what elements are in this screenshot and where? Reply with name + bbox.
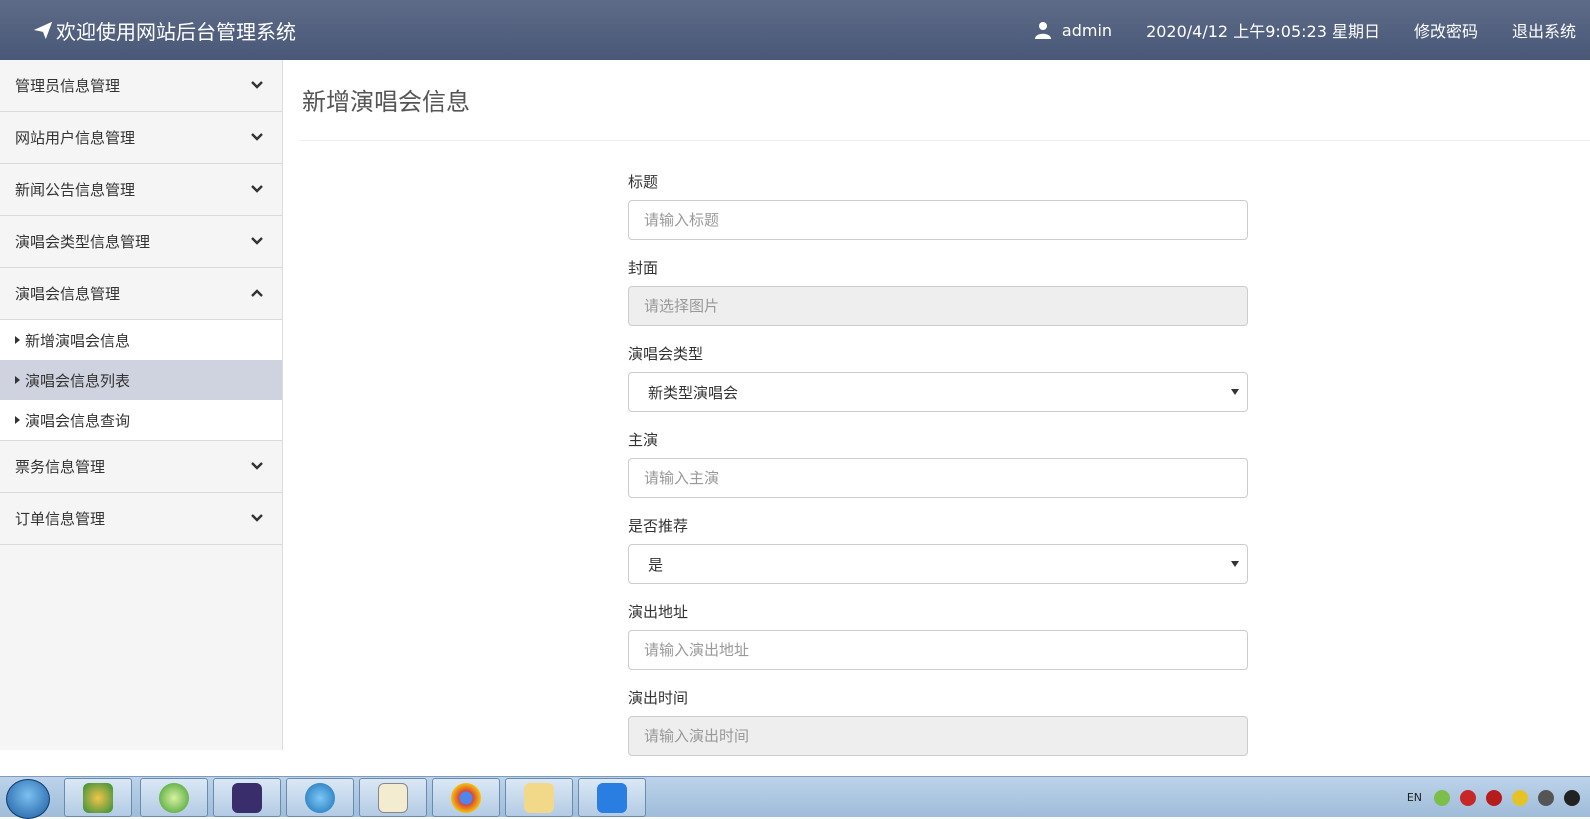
chevron-up-icon xyxy=(251,289,263,297)
tray-app-icon[interactable] xyxy=(1486,789,1502,806)
chevron-down-icon xyxy=(251,462,263,470)
venue-input[interactable] xyxy=(628,630,1248,670)
field-label: 标题 xyxy=(628,173,659,191)
form-field-cover: 封面 xyxy=(628,260,1248,326)
sidebar-menu-label: 网站用户信息管理 xyxy=(15,129,136,147)
chevron-down-icon xyxy=(251,133,263,141)
page-title: 新增演唱会信息 xyxy=(302,88,470,116)
sidebar-menu-users[interactable]: 网站用户信息管理 xyxy=(0,112,282,164)
taskbar-app[interactable] xyxy=(505,778,573,817)
username: admin xyxy=(1061,20,1113,40)
title-input[interactable] xyxy=(628,200,1248,240)
user-icon xyxy=(1034,22,1051,39)
sidebar-item-add-concert[interactable]: 新增演唱会信息 xyxy=(0,320,282,360)
form-field-performer: 主演 xyxy=(628,432,1248,498)
paper-plane-icon xyxy=(33,21,53,40)
sidebar-menu-label: 新闻公告信息管理 xyxy=(15,181,136,199)
form-field-title: 标题 xyxy=(628,174,1248,240)
change-password-link[interactable]: 修改密码 xyxy=(1414,18,1478,42)
sidebar-item-label: 演唱会信息查询 xyxy=(25,411,131,430)
main-content: 新增演唱会信息 标题 封面 演唱会类型 新类型演唱会 主演 是否推荐 是 xyxy=(284,60,1590,756)
refresh-app-icon xyxy=(159,782,189,813)
field-label: 是否推荐 xyxy=(628,517,689,535)
file-explorer-icon xyxy=(524,782,554,813)
sidebar-menu-concert-types[interactable]: 演唱会类型信息管理 xyxy=(0,216,282,268)
sidebar-menu-label: 演唱会信息管理 xyxy=(15,285,121,303)
editor-app-icon xyxy=(597,782,627,813)
sidebar-menu-label: 订单信息管理 xyxy=(15,510,106,528)
taskbar-app[interactable] xyxy=(213,778,281,817)
datetime: 2020/4/12 上午9:05:23 星期日 xyxy=(1146,22,1380,41)
caret-right-icon xyxy=(15,376,20,384)
usb-icon[interactable] xyxy=(1434,789,1450,806)
app-title: 欢迎使用网站后台管理系统 xyxy=(56,19,296,44)
taskbar-app[interactable] xyxy=(140,778,208,817)
os-taskbar: EN xyxy=(0,776,1590,819)
taskbar-app[interactable] xyxy=(64,778,132,817)
user-accounts-icon xyxy=(83,782,113,813)
performer-input[interactable] xyxy=(628,458,1248,498)
tray-app-icon[interactable] xyxy=(1512,789,1528,806)
field-label: 演唱会类型 xyxy=(628,345,704,363)
logout-link[interactable]: 退出系统 xyxy=(1512,18,1576,42)
concert-submenu: 新增演唱会信息 演唱会信息列表 演唱会信息查询 xyxy=(0,320,282,441)
sidebar-item-concert-query[interactable]: 演唱会信息查询 xyxy=(0,400,282,440)
chevron-down-icon xyxy=(251,514,263,522)
concert-form: 标题 封面 演唱会类型 新类型演唱会 主演 是否推荐 是 演出地址 xyxy=(628,174,1248,776)
language-indicator[interactable]: EN xyxy=(1407,791,1422,804)
form-field-type: 演唱会类型 新类型演唱会 xyxy=(628,346,1248,412)
chevron-down-icon xyxy=(251,81,263,89)
volume-icon[interactable] xyxy=(1538,789,1554,806)
caret-right-icon xyxy=(15,416,20,424)
field-label: 封面 xyxy=(628,259,659,277)
taskbar-app[interactable] xyxy=(286,778,354,817)
notepad-icon xyxy=(378,782,408,813)
form-field-time: 演出时间 xyxy=(628,690,1248,756)
system-tray: EN xyxy=(1407,777,1590,818)
sidebar-menu-tickets[interactable]: 票务信息管理 xyxy=(0,441,282,493)
sidebar-item-concert-list[interactable]: 演唱会信息列表 xyxy=(0,360,282,400)
sidebar-menu-label: 演唱会类型信息管理 xyxy=(15,233,151,251)
dropdown-caret-icon xyxy=(1231,389,1239,395)
dolphin-app-icon xyxy=(305,782,335,813)
user-menu[interactable]: admin xyxy=(1034,21,1112,40)
sidebar-item-label: 演唱会信息列表 xyxy=(25,371,131,390)
sidebar-menu-concerts[interactable]: 演唱会信息管理 xyxy=(0,268,282,320)
taskbar-app[interactable] xyxy=(359,778,427,817)
chrome-icon xyxy=(451,782,481,813)
form-field-recommend: 是否推荐 是 xyxy=(628,518,1248,584)
tray-app-icon[interactable] xyxy=(1460,789,1476,806)
top-header: 欢迎使用网站后台管理系统 admin 2020/4/12 上午9:05:23 星… xyxy=(0,0,1590,60)
select-value: 新类型演唱会 xyxy=(648,383,739,402)
sidebar-menu-orders[interactable]: 订单信息管理 xyxy=(0,493,282,545)
field-label: 主演 xyxy=(628,431,659,449)
recommend-select[interactable]: 是 xyxy=(628,544,1248,584)
concert-type-select[interactable]: 新类型演唱会 xyxy=(628,372,1248,412)
sidebar-menu-admin[interactable]: 管理员信息管理 xyxy=(0,60,282,112)
caret-right-icon xyxy=(15,336,20,344)
sidebar-item-label: 新增演唱会信息 xyxy=(25,331,131,350)
chevron-down-icon xyxy=(251,185,263,193)
taskbar-app[interactable] xyxy=(578,778,646,817)
java-ee-ide-icon xyxy=(232,782,262,813)
select-value: 是 xyxy=(648,555,664,574)
brand: 欢迎使用网站后台管理系统 xyxy=(0,16,296,45)
field-label: 演出地址 xyxy=(628,603,689,621)
chevron-down-icon xyxy=(251,237,263,245)
sidebar-menu-news[interactable]: 新闻公告信息管理 xyxy=(0,164,282,216)
qq-icon[interactable] xyxy=(1564,789,1580,806)
sidebar-menu-label: 管理员信息管理 xyxy=(15,77,121,95)
divider xyxy=(300,140,1590,141)
form-field-venue: 演出地址 xyxy=(628,604,1248,670)
cover-image-input[interactable] xyxy=(628,286,1248,326)
sidebar: 管理员信息管理 网站用户信息管理 新闻公告信息管理 演唱会类型信息管理 演唱会信… xyxy=(0,60,283,750)
dropdown-caret-icon xyxy=(1231,561,1239,567)
start-button[interactable] xyxy=(6,779,50,819)
show-time-input[interactable] xyxy=(628,716,1248,756)
field-label: 演出时间 xyxy=(628,689,689,707)
taskbar-app[interactable] xyxy=(432,778,500,817)
sidebar-menu-label: 票务信息管理 xyxy=(15,458,106,476)
